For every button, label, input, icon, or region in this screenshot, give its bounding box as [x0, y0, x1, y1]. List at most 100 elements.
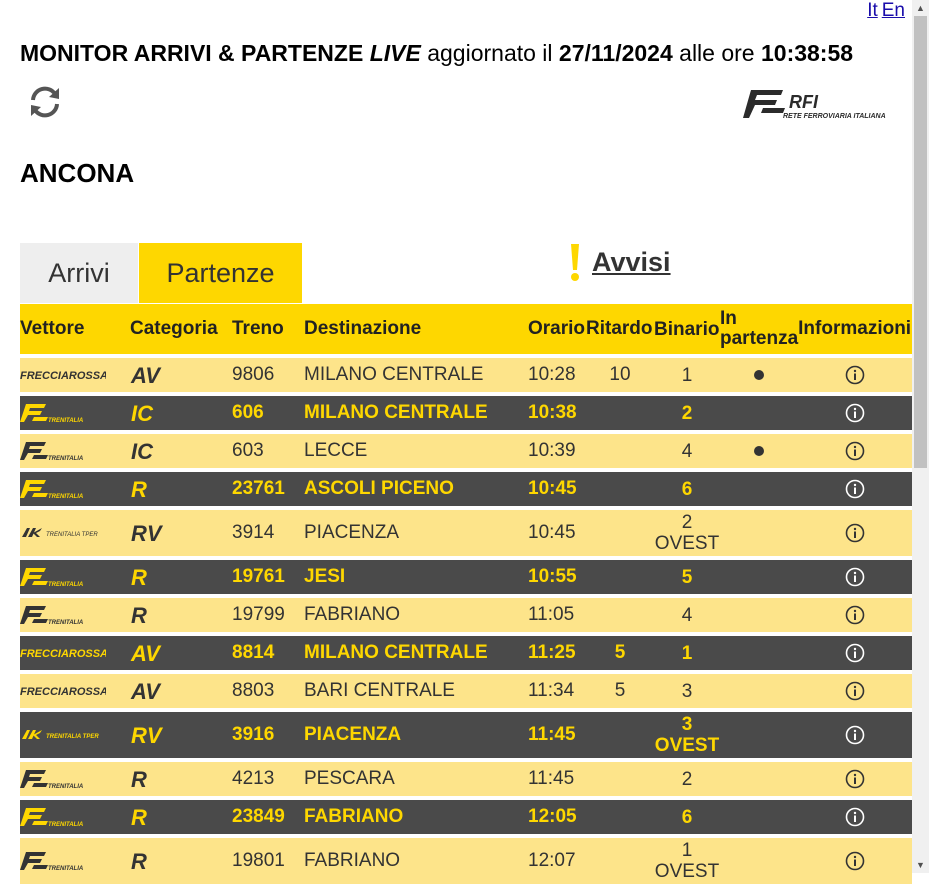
departing-indicator	[754, 370, 765, 380]
cell-treno: 3916	[232, 712, 304, 758]
headline-date: 27/11/2024	[558, 40, 673, 66]
cell-ritardo	[586, 472, 654, 506]
svg-text:TRENITALIA: TRENITALIA	[48, 822, 83, 828]
info-icon[interactable]	[845, 807, 865, 827]
tab-partenze[interactable]: Partenze	[139, 243, 302, 303]
cell-ritardo	[586, 434, 654, 468]
cell-vettore: TRENITALIA	[20, 598, 130, 632]
cell-vettore: TRENITALIA	[20, 762, 130, 796]
scroll-down-arrow-icon[interactable]: ▼	[912, 857, 929, 873]
header-informazioni: Informazioni	[798, 304, 912, 354]
cell-informazioni	[798, 396, 912, 430]
info-icon[interactable]	[845, 479, 865, 499]
lang-en-link[interactable]: En	[882, 0, 905, 21]
cell-treno: 8803	[232, 674, 304, 708]
cell-destinazione: MILANO CENTRALE	[304, 358, 528, 392]
cell-treno: 606	[232, 396, 304, 430]
svg-text:TRENITALIA TPER: TRENITALIA TPER	[46, 532, 98, 538]
cell-categoria: RV	[130, 510, 232, 556]
info-icon[interactable]	[845, 851, 865, 871]
svg-text:RV: RV	[131, 723, 164, 747]
cell-categoria: R	[130, 838, 232, 884]
cell-destinazione: FABRIANO	[304, 838, 528, 884]
table-row: TRENITALIA TPER RV 3914 PIACENZA 10:45 2 OVEST	[20, 510, 912, 556]
table-row: TRENITALIA IC 606 MILANO CENTRALE 10:38 2	[20, 396, 912, 430]
cell-binario-side: OVEST	[654, 735, 720, 756]
cell-binario: 6	[654, 472, 720, 506]
category-av-icon: AV	[130, 679, 162, 703]
cell-ritardo	[586, 712, 654, 758]
lang-it-link[interactable]: It	[867, 0, 878, 21]
frecciarossa-logo: FRECCIAROSSA	[20, 686, 106, 698]
cell-categoria: AV	[130, 358, 232, 392]
cell-ritardo	[586, 800, 654, 834]
info-icon[interactable]	[845, 365, 865, 385]
cell-categoria: R	[130, 800, 232, 834]
cell-treno: 8814	[232, 636, 304, 670]
cell-orario: 11:45	[528, 712, 586, 758]
cell-treno: 19799	[232, 598, 304, 632]
cell-destinazione: JESI	[304, 560, 528, 594]
header-binario: Binario	[654, 304, 720, 354]
avvisi-link[interactable]: Avvisi	[568, 242, 671, 282]
cell-informazioni	[798, 358, 912, 392]
scroll-up-arrow-icon[interactable]: ▲	[912, 0, 929, 16]
info-icon[interactable]	[845, 769, 865, 789]
cell-binario-number: 2	[681, 512, 693, 533]
headline-updated-prefix: aggiornato il	[427, 40, 553, 66]
cell-treno: 603	[232, 434, 304, 468]
cell-binario-number: 4	[681, 604, 693, 626]
table-row: TRENITALIA R 19801 FABRIANO 12:07 1 OVEST	[20, 838, 912, 884]
cell-informazioni	[798, 762, 912, 796]
info-icon[interactable]	[845, 441, 865, 461]
cell-binario: 1 OVEST	[654, 838, 720, 884]
rfi-logo-subtitle: RETE FERROVIARIA ITALIANA	[783, 113, 886, 120]
info-icon[interactable]	[845, 643, 865, 663]
cell-binario: 3 OVEST	[654, 712, 720, 758]
cell-vettore: TRENITALIA TPER	[20, 510, 130, 556]
headline-live: LIVE	[369, 40, 421, 66]
tab-arrivi[interactable]: Arrivi	[20, 243, 138, 303]
cell-binario: 1	[654, 636, 720, 670]
info-icon[interactable]	[845, 523, 865, 543]
vertical-scrollbar[interactable]: ▲ ▼	[912, 0, 929, 873]
info-icon[interactable]	[845, 605, 865, 625]
cell-in-partenza	[720, 560, 799, 594]
cell-ritardo	[586, 510, 654, 556]
cell-orario: 10:55	[528, 560, 586, 594]
cell-orario: 12:05	[528, 800, 586, 834]
cell-binario-side: OVEST	[654, 861, 720, 882]
info-icon[interactable]	[845, 403, 865, 423]
cell-binario-number: 5	[681, 566, 693, 588]
headline-title: MONITOR ARRIVI & PARTENZE	[20, 40, 364, 66]
cell-destinazione: MILANO CENTRALE	[304, 636, 528, 670]
cell-binario-number: 6	[681, 806, 693, 828]
cell-binario-number: 2	[681, 402, 693, 424]
table-header-row: Vettore Categoria Treno Destinazione Ora…	[20, 304, 912, 354]
category-r-icon: R	[131, 603, 147, 627]
info-icon[interactable]	[845, 725, 865, 745]
cell-vettore: TRENITALIA	[20, 434, 130, 468]
info-icon[interactable]	[845, 681, 865, 701]
cell-informazioni	[798, 598, 912, 632]
svg-text:FRECCIAROSSA: FRECCIAROSSA	[20, 686, 106, 698]
info-icon[interactable]	[845, 567, 865, 587]
svg-text:TRENITALIA: TRENITALIA	[48, 456, 83, 462]
trenitalia-tper-logo: TRENITALIA TPER	[22, 527, 98, 538]
cell-informazioni	[798, 510, 912, 556]
header-orario: Orario	[528, 304, 586, 354]
cell-binario: 5	[654, 560, 720, 594]
trenitalia-logo: TRENITALIA	[20, 479, 83, 500]
refresh-icon[interactable]	[26, 84, 64, 120]
cell-categoria: R	[130, 762, 232, 796]
frecciarossa-logo: FRECCIAROSSA	[20, 370, 106, 382]
scroll-thumb[interactable]	[914, 16, 927, 468]
cell-binario: 2	[654, 396, 720, 430]
svg-text:AV: AV	[130, 679, 162, 703]
header-destinazione: Destinazione	[304, 304, 528, 354]
cell-categoria: R	[130, 598, 232, 632]
cell-categoria: AV	[130, 636, 232, 670]
svg-text:AV: AV	[130, 641, 162, 665]
departures-table: Vettore Categoria Treno Destinazione Ora…	[20, 300, 912, 888]
cell-treno: 9806	[232, 358, 304, 392]
